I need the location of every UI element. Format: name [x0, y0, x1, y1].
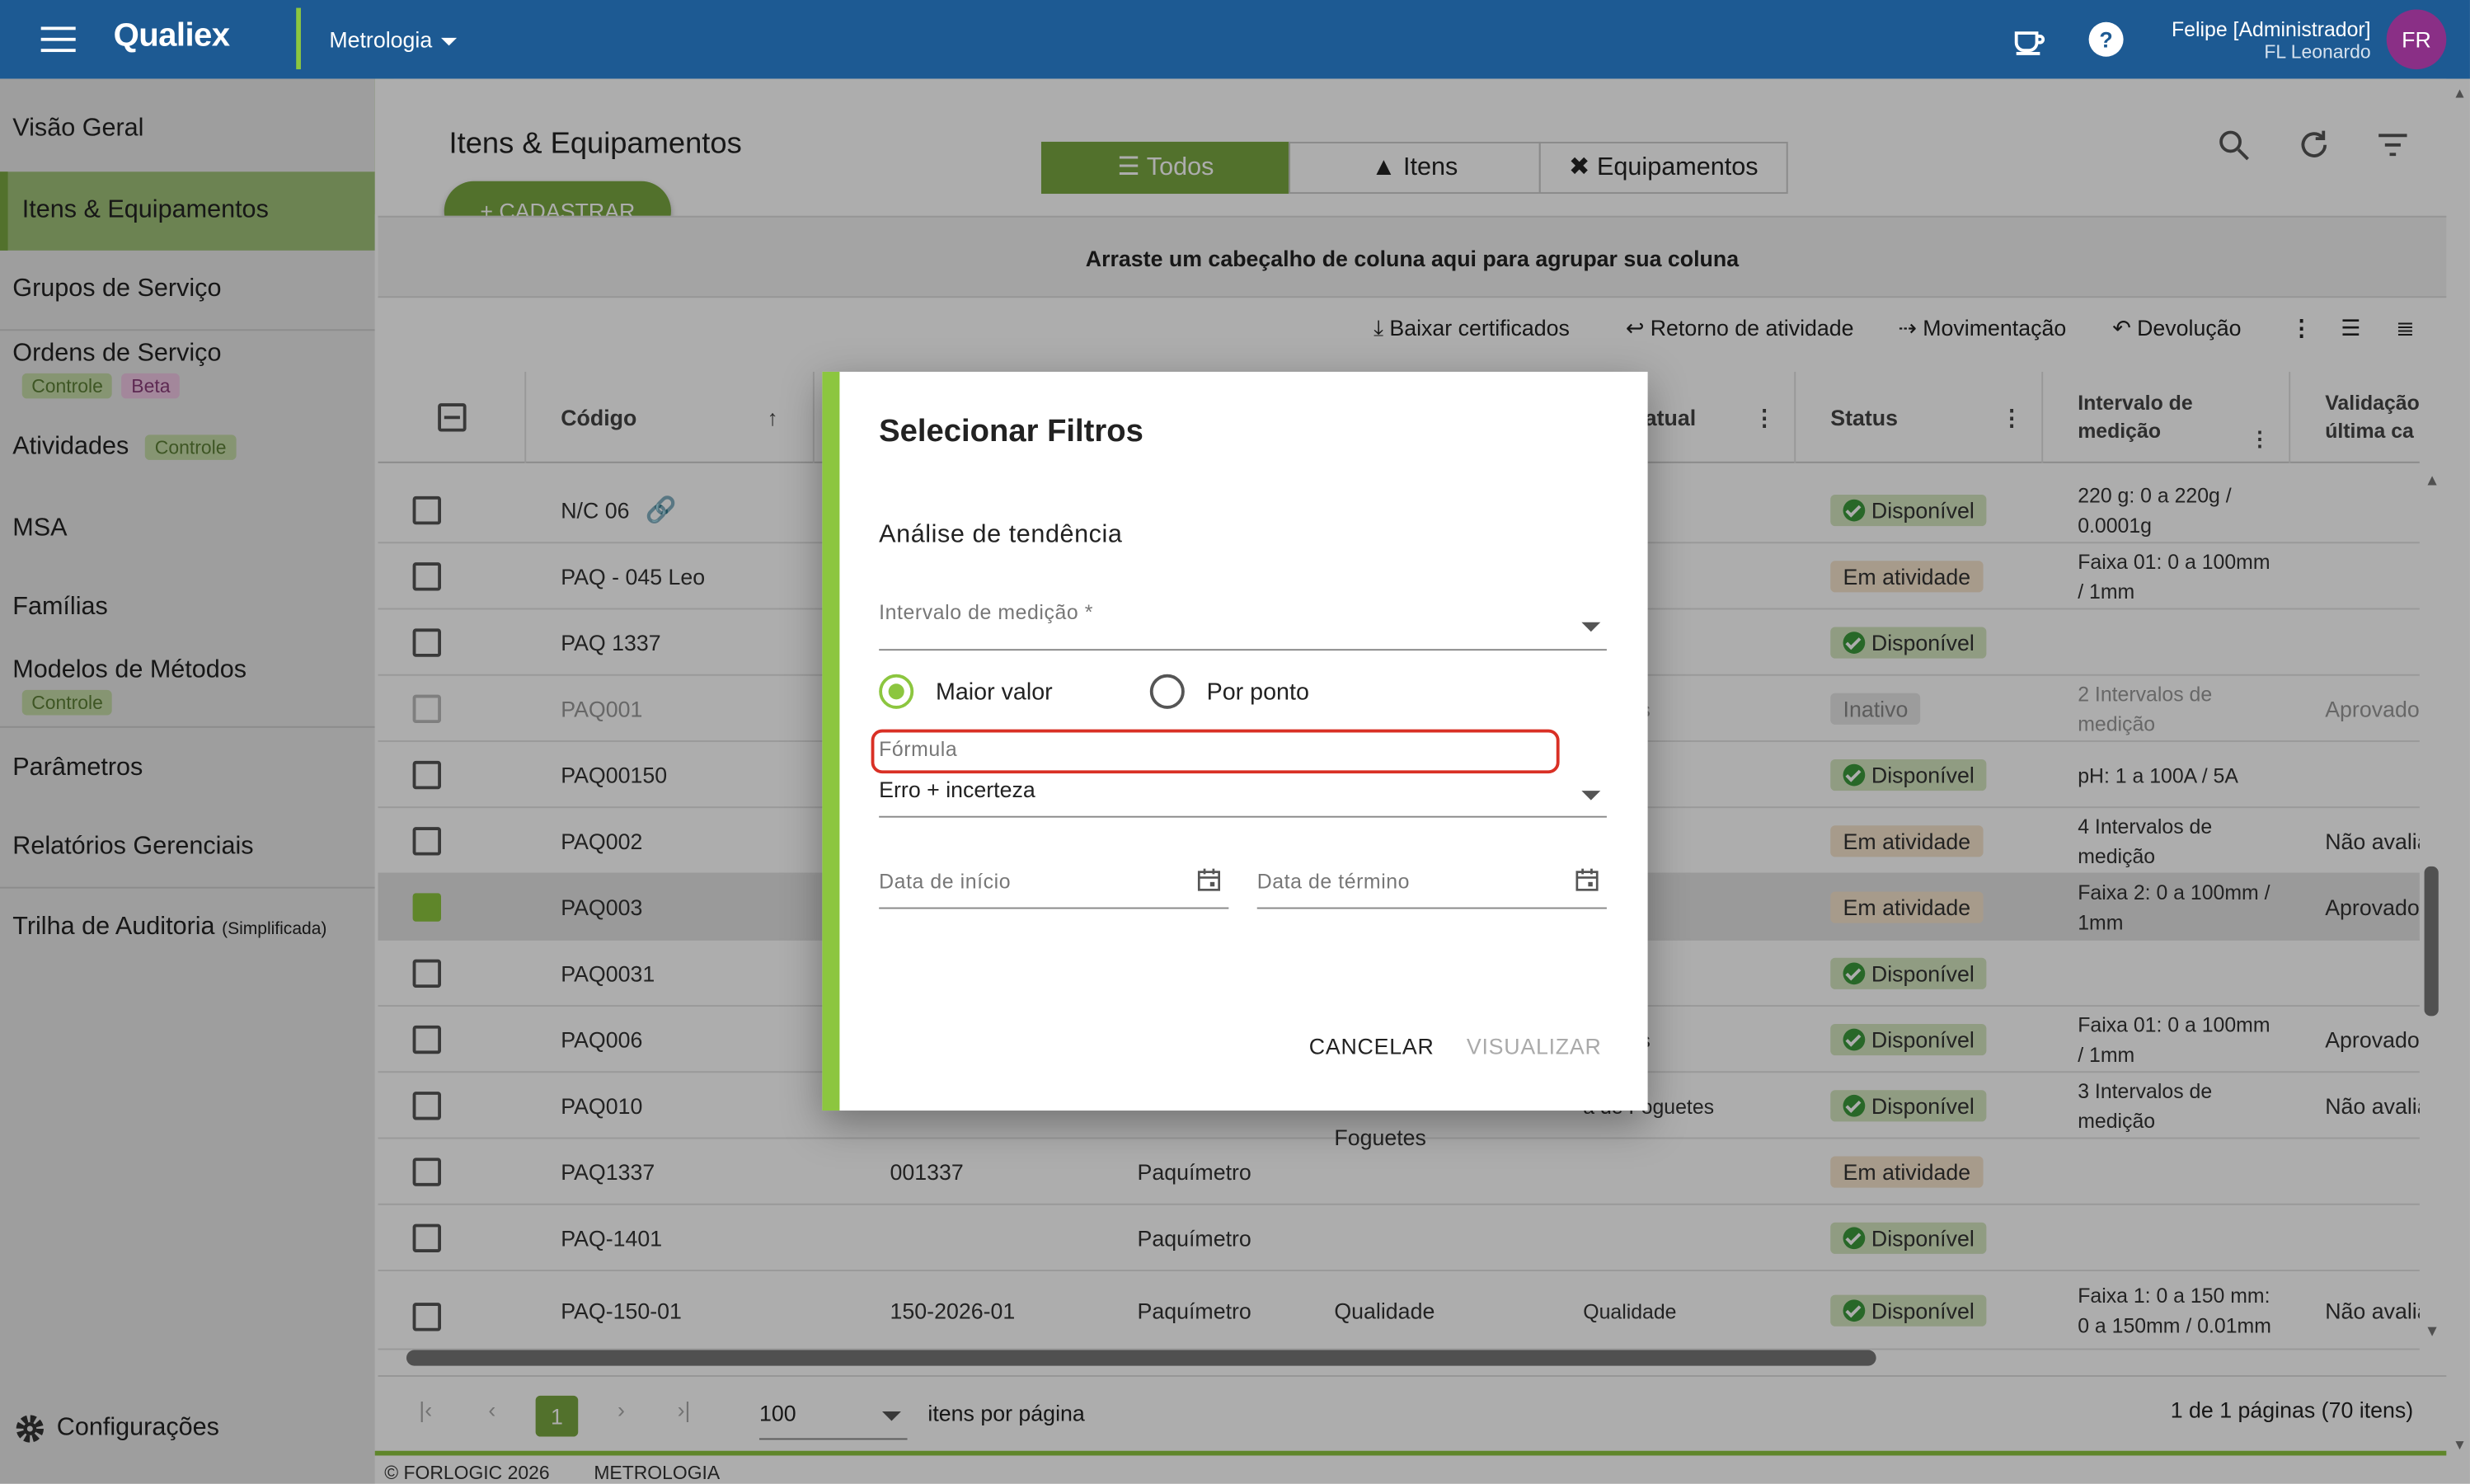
calendar-icon[interactable] — [1195, 866, 1222, 893]
interval-select[interactable]: Intervalo de medição * — [879, 599, 1607, 651]
end-date-field[interactable]: Data de término — [1256, 860, 1607, 909]
calendar-icon[interactable] — [1574, 866, 1600, 893]
radio-label: Maior valor — [935, 678, 1053, 706]
logo-divider — [296, 7, 301, 70]
help-icon[interactable]: ? — [2087, 21, 2125, 59]
user-name: Felipe [Administrador] — [2171, 17, 2371, 41]
module-label: Metrologia — [329, 26, 433, 53]
menu-icon[interactable] — [40, 26, 76, 53]
end-date-label: Data de término — [1256, 869, 1411, 894]
dialog-section-title: Análise de tendência — [879, 521, 1123, 548]
start-date-field[interactable]: Data de início — [879, 860, 1229, 909]
module-selector[interactable]: Metrologia — [329, 26, 458, 53]
filter-dialog: Selecionar Filtros Análise de tendência … — [822, 371, 1648, 1111]
avatar[interactable]: FR — [2386, 9, 2447, 70]
radio-max-value[interactable]: Maior valor — [879, 674, 1053, 709]
view-button[interactable]: VISUALIZAR — [1467, 1033, 1602, 1059]
radio-per-point[interactable]: Por ponto — [1149, 674, 1309, 709]
caret-down-icon — [441, 37, 458, 46]
radio-unchecked-icon — [1149, 674, 1185, 709]
chevron-down-icon — [1581, 622, 1601, 632]
app-logo: Qualiex — [113, 17, 231, 54]
dialog-title: Selecionar Filtros — [879, 414, 1143, 449]
radio-label: Por ponto — [1206, 678, 1309, 706]
chevron-down-icon — [1581, 791, 1601, 801]
coffee-cup-icon[interactable] — [2010, 21, 2048, 59]
formula-value: Erro + incerteza — [879, 776, 1035, 802]
cancel-button[interactable]: CANCELAR — [1309, 1033, 1435, 1059]
svg-text:?: ? — [2099, 27, 2112, 52]
top-app-bar: Qualiex Metrologia ? Felipe [Administrad… — [0, 0, 2470, 79]
interval-label: Intervalo de medição * — [879, 599, 1093, 624]
radio-checked-icon — [879, 674, 914, 709]
user-org: FL Leonardo — [2264, 40, 2371, 63]
formula-highlight-box — [871, 729, 1560, 774]
user-info[interactable]: Felipe [Administrador] FL Leonardo — [2172, 17, 2371, 64]
start-date-label: Data de início — [879, 869, 1012, 894]
